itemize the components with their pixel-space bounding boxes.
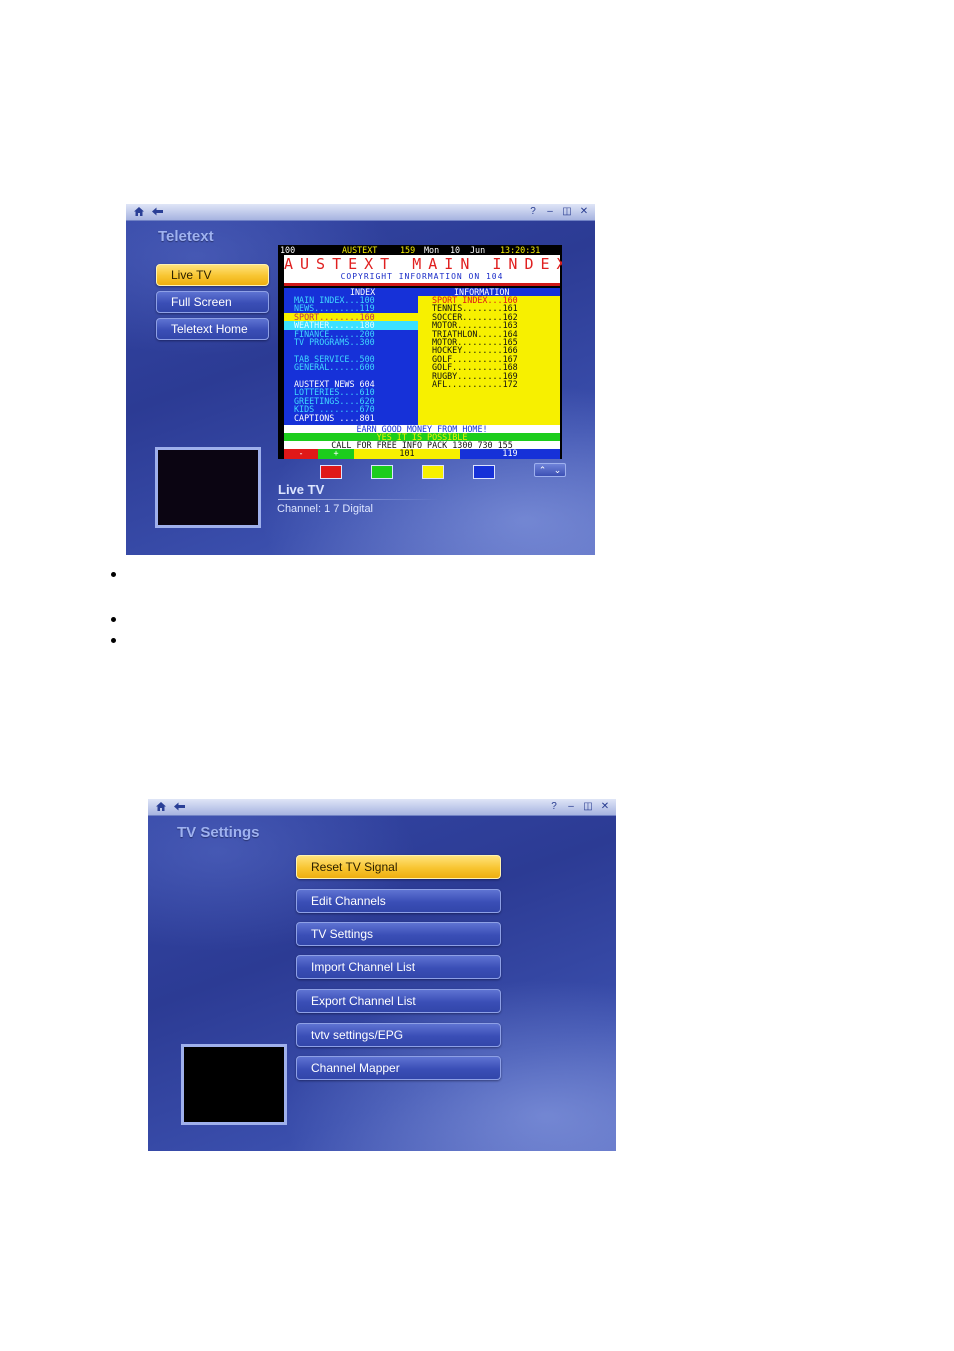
teletext-banner: AUSTEXT MAIN INDEX COPYRIGHT INFORMATION…	[284, 255, 562, 283]
page-up-icon[interactable]: ⌃	[539, 465, 547, 476]
home-icon[interactable]	[154, 800, 168, 813]
teletext-banner-title: AUSTEXT MAIN INDEX	[284, 255, 562, 273]
live-tv-button[interactable]: Live TV	[156, 264, 269, 286]
teletext-divider	[284, 283, 560, 286]
teletext-window: ? – ◫ ✕ Teletext Live TV Full Screen Tel…	[126, 204, 595, 555]
yellow-key-button[interactable]	[422, 465, 444, 479]
page-nav-buttons: ⌃ ⌄	[534, 463, 566, 477]
teletext-date: 10	[450, 245, 461, 255]
teletext-panels: MAIN INDEX...100 NEWS.........119 SPORT.…	[284, 296, 560, 425]
teletext-info-item[interactable]: AFL...........172	[418, 380, 560, 389]
minimize-icon[interactable]: –	[564, 800, 578, 813]
teletext-page-number: 100	[280, 245, 296, 255]
tvtv-settings-epg-button[interactable]: tvtv settings/EPG	[296, 1023, 501, 1047]
bullet	[111, 617, 116, 622]
teletext-page: 100 AUSTEXT 159 Mon 10 Jun 13:20:31 AUST…	[278, 245, 562, 459]
fastext-green[interactable]: +	[318, 449, 354, 459]
close-icon[interactable]: ✕	[577, 205, 591, 218]
full-screen-button[interactable]: Full Screen	[156, 291, 269, 313]
reset-tv-signal-button[interactable]: Reset TV Signal	[296, 855, 501, 879]
minimize-icon[interactable]: –	[543, 205, 557, 218]
teletext-service: AUSTEXT	[342, 245, 378, 255]
teletext-index-item[interactable]: CAPTIONS ....801	[284, 413, 418, 422]
teletext-home-button[interactable]: Teletext Home	[156, 318, 269, 340]
window-titlebar: ? – ◫ ✕	[126, 204, 595, 221]
restore-icon[interactable]: ◫	[560, 205, 574, 218]
page-title: TV Settings	[177, 824, 260, 841]
teletext-fastext-row: - + 101 119	[284, 449, 560, 459]
live-tv-preview[interactable]	[155, 447, 261, 528]
fastext-blue[interactable]: 119	[460, 449, 560, 459]
export-channel-list-button[interactable]: Export Channel List	[296, 989, 501, 1013]
teletext-subpage: 159	[400, 245, 416, 255]
help-icon[interactable]: ?	[547, 800, 561, 813]
help-icon[interactable]: ?	[526, 205, 540, 218]
back-arrow-icon[interactable]	[172, 800, 186, 813]
blue-key-button[interactable]	[473, 465, 495, 479]
tv-settings-window: ? – ◫ ✕ TV Settings Reset TV Signal Edit…	[148, 799, 616, 1151]
red-key-button[interactable]	[320, 465, 342, 479]
live-tv-preview[interactable]	[181, 1044, 287, 1125]
channel-info: Channel: 1 7 Digital	[277, 503, 374, 515]
close-icon[interactable]: ✕	[598, 800, 612, 813]
teletext-index-item[interactable]: TV PROGRAMS..300	[284, 338, 418, 347]
page-down-icon[interactable]: ⌄	[554, 465, 562, 476]
teletext-day: Mon	[424, 245, 440, 255]
teletext-information-panel: SPORT INDEX...160 TENNIS........161 SOCC…	[418, 296, 560, 425]
info-divider	[278, 499, 438, 500]
page-title: Teletext	[158, 228, 214, 245]
teletext-header: 100 AUSTEXT 159 Mon 10 Jun 13:20:31	[278, 245, 562, 255]
teletext-index-panel: MAIN INDEX...100 NEWS.........119 SPORT.…	[284, 296, 418, 425]
bullet	[111, 572, 116, 577]
window-titlebar: ? – ◫ ✕	[148, 799, 616, 816]
teletext-index-item[interactable]: GENERAL......600	[284, 363, 418, 372]
channel-mapper-button[interactable]: Channel Mapper	[296, 1056, 501, 1080]
home-icon[interactable]	[132, 205, 146, 218]
import-channel-list-button[interactable]: Import Channel List	[296, 955, 501, 979]
edit-channels-button[interactable]: Edit Channels	[296, 889, 501, 913]
bullet	[111, 638, 116, 643]
teletext-banner-subtitle: COPYRIGHT INFORMATION ON 104	[340, 272, 504, 281]
tv-settings-button[interactable]: TV Settings	[296, 922, 501, 946]
now-playing-title: Live TV	[278, 482, 325, 497]
back-arrow-icon[interactable]	[150, 205, 164, 218]
fastext-red[interactable]: -	[284, 449, 318, 459]
green-key-button[interactable]	[371, 465, 393, 479]
fastext-yellow[interactable]: 101	[354, 449, 460, 459]
teletext-time: 13:20:31	[500, 245, 541, 255]
restore-icon[interactable]: ◫	[581, 800, 595, 813]
teletext-month: Jun	[470, 245, 486, 255]
